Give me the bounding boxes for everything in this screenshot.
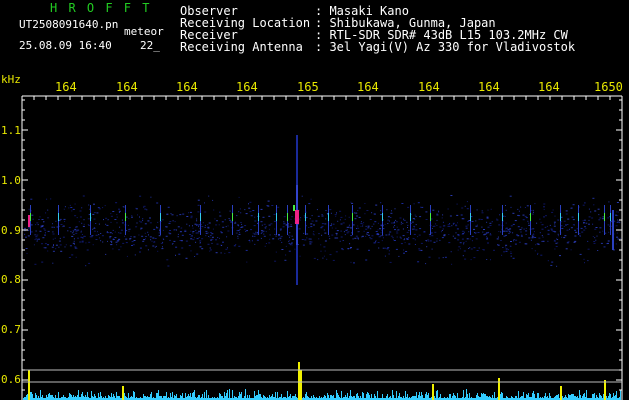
info-label-antenna: Receiving Antenna [180, 40, 303, 54]
time-tick-marks [21, 96, 623, 100]
info-value-antenna: : 3el Yagi(V) Az 330 for Vladivostok [315, 40, 576, 54]
axis-unit: kHz [1, 73, 21, 86]
time-tick-label: 164 [357, 80, 379, 94]
time-tick-label: 164 [478, 80, 500, 94]
spectrogram-plot [21, 95, 623, 400]
time-tick-label: 164 [116, 80, 138, 94]
timestamp: 25.08.09 16:40 [19, 39, 112, 52]
freq-tick-label: 0.6 [1, 373, 21, 386]
freq-tick-label: 0.7 [1, 323, 21, 336]
file-name: UT2508091640.pn [19, 18, 119, 31]
echo-histogram [23, 362, 621, 400]
time-tick-label: 1650 [594, 80, 623, 94]
meteor-echoes [28, 135, 614, 285]
time-tick-label: 165 [297, 80, 319, 94]
freq-tick-label: 1.0 [1, 174, 21, 187]
noise-band [24, 195, 621, 267]
time-tick-label: 164 [418, 80, 440, 94]
app-title: H R O F F T [50, 1, 152, 15]
time-tick-label: 164 [55, 80, 77, 94]
time-tick-label: 164 [236, 80, 258, 94]
freq-tick-label: 0.8 [1, 273, 21, 286]
file-suffix: meteor [124, 25, 164, 38]
freq-tick-label: 1.1 [1, 124, 21, 137]
time-tick-label: 164 [176, 80, 198, 94]
time-tick-label: 164 [538, 80, 560, 94]
freq-tick-label: 0.9 [1, 224, 21, 237]
counter: 22_ [140, 39, 160, 52]
